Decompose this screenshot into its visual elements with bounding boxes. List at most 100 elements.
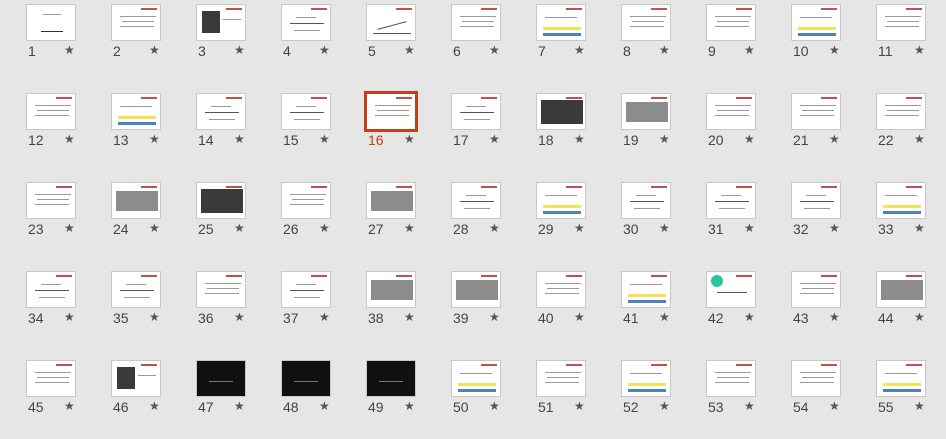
star-icon[interactable]: ★ — [659, 43, 670, 57]
star-icon[interactable]: ★ — [234, 221, 245, 235]
star-icon[interactable]: ★ — [914, 221, 925, 235]
slide-thumbnail-4[interactable]: 4 ★ — [255, 0, 340, 80]
slide-preview[interactable] — [281, 360, 331, 397]
slide-preview[interactable] — [451, 360, 501, 397]
slide-preview[interactable] — [536, 360, 586, 397]
star-icon[interactable]: ★ — [829, 310, 840, 324]
slide-preview[interactable] — [621, 182, 671, 219]
slide-preview[interactable] — [791, 93, 841, 130]
slide-thumbnail-34[interactable]: 34 ★ — [0, 267, 85, 347]
slide-thumbnail-35[interactable]: 35 ★ — [85, 267, 170, 347]
star-icon[interactable]: ★ — [404, 399, 415, 413]
star-icon[interactable]: ★ — [64, 310, 75, 324]
star-icon[interactable]: ★ — [659, 221, 670, 235]
slide-thumbnail-16[interactable]: 16 ★ — [340, 89, 425, 169]
star-icon[interactable]: ★ — [149, 399, 160, 413]
slide-thumbnail-25[interactable]: 25 ★ — [170, 178, 255, 258]
star-icon[interactable]: ★ — [829, 221, 840, 235]
slide-thumbnail-11[interactable]: 11 ★ — [850, 0, 935, 80]
star-icon[interactable]: ★ — [319, 221, 330, 235]
star-icon[interactable]: ★ — [404, 221, 415, 235]
slide-preview[interactable] — [706, 93, 756, 130]
slide-preview[interactable] — [281, 93, 331, 130]
slide-thumbnail-20[interactable]: 20 ★ — [680, 89, 765, 169]
slide-preview[interactable] — [876, 93, 926, 130]
slide-thumbnail-31[interactable]: 31 ★ — [680, 178, 765, 258]
star-icon[interactable]: ★ — [489, 221, 500, 235]
slide-thumbnail-53[interactable]: 53 ★ — [680, 356, 765, 436]
star-icon[interactable]: ★ — [914, 399, 925, 413]
slide-thumbnail-42[interactable]: 42 ★ — [680, 267, 765, 347]
slide-preview[interactable] — [706, 271, 756, 308]
star-icon[interactable]: ★ — [574, 43, 585, 57]
slide-thumbnail-15[interactable]: 15 ★ — [255, 89, 340, 169]
slide-thumbnail-2[interactable]: 2 ★ — [85, 0, 170, 80]
slide-preview[interactable] — [876, 4, 926, 41]
slide-thumbnail-21[interactable]: 21 ★ — [765, 89, 850, 169]
star-icon[interactable]: ★ — [574, 221, 585, 235]
star-icon[interactable]: ★ — [829, 132, 840, 146]
star-icon[interactable]: ★ — [914, 132, 925, 146]
slide-thumbnail-8[interactable]: 8 ★ — [595, 0, 680, 80]
slide-preview[interactable] — [281, 271, 331, 308]
star-icon[interactable]: ★ — [744, 310, 755, 324]
star-icon[interactable]: ★ — [914, 310, 925, 324]
slide-thumbnail-19[interactable]: 19 ★ — [595, 89, 680, 169]
slide-thumbnail-6[interactable]: 6 ★ — [425, 0, 510, 80]
star-icon[interactable]: ★ — [64, 221, 75, 235]
slide-preview[interactable] — [366, 4, 416, 41]
slide-thumbnail-28[interactable]: 28 ★ — [425, 178, 510, 258]
star-icon[interactable]: ★ — [489, 310, 500, 324]
slide-thumbnail-39[interactable]: 39 ★ — [425, 267, 510, 347]
slide-thumbnail-54[interactable]: 54 ★ — [765, 356, 850, 436]
star-icon[interactable]: ★ — [914, 43, 925, 57]
slide-thumbnail-14[interactable]: 14 ★ — [170, 89, 255, 169]
slide-thumbnail-30[interactable]: 30 ★ — [595, 178, 680, 258]
slide-thumbnail-50[interactable]: 50 ★ — [425, 356, 510, 436]
star-icon[interactable]: ★ — [659, 310, 670, 324]
slide-preview[interactable] — [536, 271, 586, 308]
slide-thumbnail-10[interactable]: 10 ★ — [765, 0, 850, 80]
slide-thumbnail-1[interactable]: 1 ★ — [0, 0, 85, 80]
star-icon[interactable]: ★ — [319, 43, 330, 57]
star-icon[interactable]: ★ — [744, 43, 755, 57]
slide-preview[interactable] — [26, 360, 76, 397]
slide-preview[interactable] — [366, 182, 416, 219]
slide-preview[interactable] — [451, 271, 501, 308]
slide-preview[interactable] — [791, 360, 841, 397]
star-icon[interactable]: ★ — [489, 132, 500, 146]
slide-thumbnail-17[interactable]: 17 ★ — [425, 89, 510, 169]
star-icon[interactable]: ★ — [319, 132, 330, 146]
slide-thumbnail-3[interactable]: 3 ★ — [170, 0, 255, 80]
slide-preview[interactable] — [621, 93, 671, 130]
slide-preview[interactable] — [111, 93, 161, 130]
slide-preview[interactable] — [536, 182, 586, 219]
slide-preview[interactable] — [876, 182, 926, 219]
star-icon[interactable]: ★ — [744, 399, 755, 413]
slide-preview[interactable] — [536, 4, 586, 41]
star-icon[interactable]: ★ — [319, 399, 330, 413]
slide-thumbnail-33[interactable]: 33 ★ — [850, 178, 935, 258]
slide-preview[interactable] — [451, 93, 501, 130]
star-icon[interactable]: ★ — [744, 221, 755, 235]
slide-preview[interactable] — [111, 4, 161, 41]
slide-preview[interactable] — [26, 4, 76, 41]
star-icon[interactable]: ★ — [404, 310, 415, 324]
star-icon[interactable]: ★ — [574, 399, 585, 413]
star-icon[interactable]: ★ — [489, 43, 500, 57]
slide-preview[interactable] — [791, 271, 841, 308]
slide-thumbnail-36[interactable]: 36 ★ — [170, 267, 255, 347]
star-icon[interactable]: ★ — [574, 132, 585, 146]
star-icon[interactable]: ★ — [149, 132, 160, 146]
slide-preview[interactable] — [621, 4, 671, 41]
slide-thumbnail-52[interactable]: 52 ★ — [595, 356, 680, 436]
slide-preview[interactable] — [111, 360, 161, 397]
slide-preview[interactable] — [366, 271, 416, 308]
slide-preview[interactable] — [791, 4, 841, 41]
slide-thumbnail-45[interactable]: 45 ★ — [0, 356, 85, 436]
slide-thumbnail-29[interactable]: 29 ★ — [510, 178, 595, 258]
slide-thumbnail-43[interactable]: 43 ★ — [765, 267, 850, 347]
slide-thumbnail-5[interactable]: 5 ★ — [340, 0, 425, 80]
star-icon[interactable]: ★ — [234, 310, 245, 324]
slide-thumbnail-41[interactable]: 41 ★ — [595, 267, 680, 347]
